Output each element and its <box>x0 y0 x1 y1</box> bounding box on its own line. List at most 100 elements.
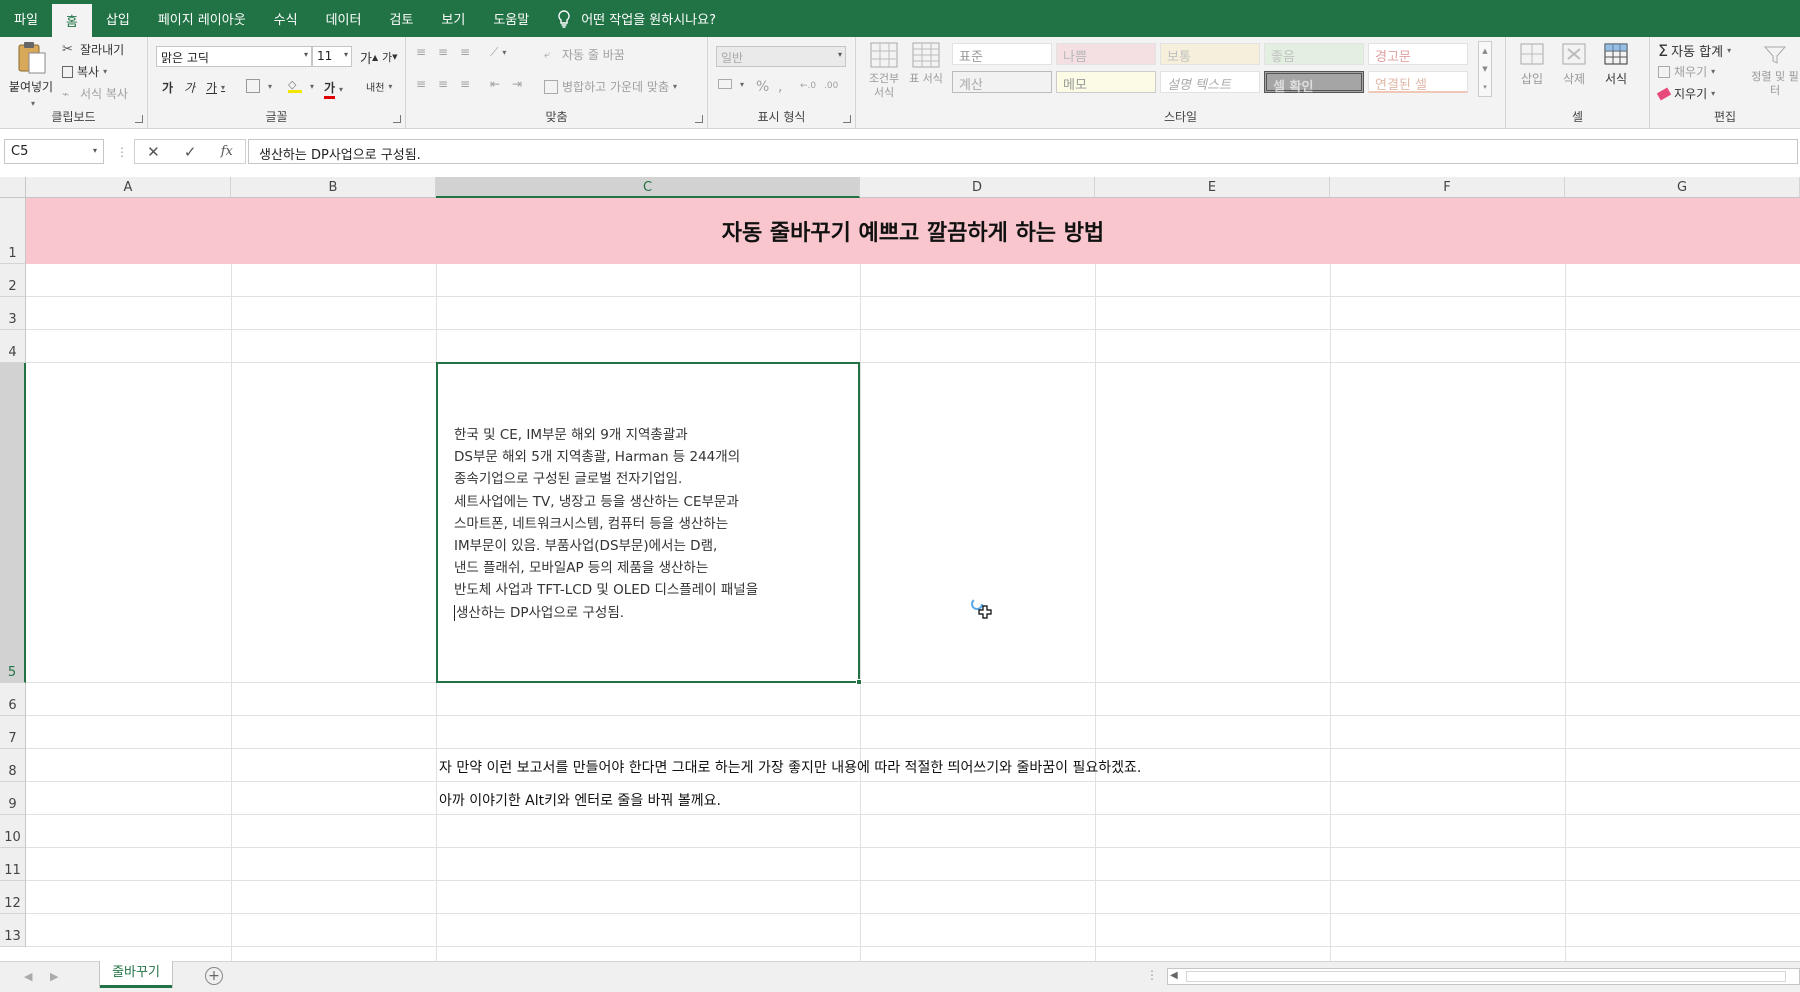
style-explanatory[interactable]: 설명 텍스트 <box>1160 71 1260 93</box>
select-all-corner[interactable] <box>0 177 26 198</box>
column-header-c[interactable]: C <box>436 177 860 198</box>
align-bottom-button[interactable]: ≡ <box>460 45 470 59</box>
tab-insert[interactable]: 삽입 <box>92 0 144 37</box>
orientation-button[interactable]: ⟋ ▾ <box>490 45 506 60</box>
underline-button[interactable]: 가 ▾ <box>206 79 225 96</box>
column-header-f[interactable]: F <box>1330 177 1565 198</box>
style-check-cell[interactable]: 셀 확인 <box>1264 71 1364 95</box>
dialog-launcher-icon[interactable] <box>695 115 703 123</box>
cancel-icon[interactable]: ✕ <box>147 143 160 161</box>
insert-function-icon[interactable]: fx <box>221 144 233 159</box>
scroll-left-icon[interactable]: ◀ <box>1170 970 1178 981</box>
row-header-8[interactable]: 8 <box>0 749 26 782</box>
tab-review[interactable]: 검토 <box>375 0 427 37</box>
decrease-decimal-button[interactable]: .00 <box>824 81 838 91</box>
format-cells-button[interactable]: 서식 <box>1598 41 1634 87</box>
font-name-select[interactable]: 맑은 고딕 ▾ <box>156 46 312 67</box>
italic-button[interactable]: 가 <box>184 79 195 96</box>
grow-font-button[interactable]: 가 ▲ <box>360 48 378 67</box>
number-format-select[interactable]: 일반 ▾ <box>716 46 846 67</box>
paste-button[interactable]: 붙여넣기 ▾ <box>6 41 56 109</box>
align-middle-button[interactable]: ≡ <box>438 45 448 59</box>
tab-file[interactable]: 파일 <box>0 0 52 37</box>
worksheet-grid[interactable]: A B C D E F G 1 2 3 4 5 6 7 8 9 10 11 12… <box>0 177 1800 961</box>
merge-center-button[interactable]: 병합하고 가운데 맞춤 ▾ <box>544 78 677 95</box>
align-center-button[interactable]: ≡ <box>438 77 448 91</box>
tab-formulas[interactable]: 수식 <box>260 0 312 37</box>
fill-color-button[interactable]: ◇ ▾ <box>288 79 314 93</box>
column-header-g[interactable]: G <box>1565 177 1800 198</box>
prev-sheet-icon[interactable]: ◀ <box>24 970 32 983</box>
fill-button[interactable]: 채우기 ▾ <box>1658 63 1715 80</box>
row-header-11[interactable]: 11 <box>0 848 26 881</box>
tell-me-search[interactable]: 어떤 작업을 원하시나요? <box>557 9 716 28</box>
decrease-indent-button[interactable]: ⇤ <box>490 77 500 91</box>
bold-button[interactable]: 가 <box>162 79 173 96</box>
percent-button[interactable]: % <box>756 79 769 95</box>
cell-c9[interactable]: 아까 이야기한 Alt키와 엔터로 줄을 바꿔 볼께요. <box>439 790 721 810</box>
column-header-d[interactable]: D <box>860 177 1095 198</box>
column-header-a[interactable]: A <box>26 177 231 198</box>
font-size-select[interactable]: 11 ▾ <box>312 46 352 67</box>
horizontal-scrollbar[interactable]: ◀ <box>1167 968 1800 985</box>
align-top-button[interactable]: ≡ <box>416 45 426 59</box>
tab-home[interactable]: 홈 <box>51 4 92 37</box>
style-note[interactable]: 메모 <box>1056 71 1156 93</box>
insert-cells-button[interactable]: 삽입 <box>1514 41 1550 87</box>
font-color-button[interactable]: 가 ▾ <box>324 79 343 99</box>
increase-indent-button[interactable]: ⇥ <box>512 77 522 91</box>
column-header-e[interactable]: E <box>1095 177 1330 198</box>
tab-page-layout[interactable]: 페이지 레이아웃 <box>144 0 260 37</box>
tab-view[interactable]: 보기 <box>427 0 479 37</box>
style-warning[interactable]: 경고문 <box>1368 43 1468 65</box>
row-header-9[interactable]: 9 <box>0 782 26 815</box>
row-header-12[interactable]: 12 <box>0 881 26 914</box>
currency-button[interactable]: ▾ <box>718 79 744 89</box>
sheet-tab-active[interactable]: 줄바꾸기 <box>100 961 172 988</box>
style-normal[interactable]: 표준 <box>952 43 1052 65</box>
column-header-b[interactable]: B <box>231 177 436 198</box>
shrink-font-button[interactable]: 가 ▼ <box>382 49 398 65</box>
copy-button[interactable]: 복사 ▾ <box>62 63 107 80</box>
row-header-5[interactable]: 5 <box>0 363 26 683</box>
cell-c8[interactable]: 자 만약 이런 보고서를 만들어야 한다면 그대로 하는게 가장 좋지만 내용에… <box>439 757 1141 777</box>
delete-cells-button[interactable]: 삭제 <box>1556 41 1592 87</box>
sheet-title-cell[interactable]: 자동 줄바꾸기 예쁘고 깔끔하게 하는 방법 <box>26 198 1800 264</box>
next-sheet-icon[interactable]: ▶ <box>50 970 58 983</box>
styles-scrollbar[interactable]: ▲ ▼ ▾ <box>1478 41 1492 97</box>
fill-handle[interactable] <box>856 679 862 685</box>
sort-filter-button[interactable]: 정렬 및 필터 <box>1750 41 1800 98</box>
name-box[interactable]: C5 ▾ <box>4 139 104 164</box>
row-header-7[interactable]: 7 <box>0 716 26 749</box>
row-header-6[interactable]: 6 <box>0 683 26 716</box>
borders-button[interactable]: ▾ <box>246 79 272 93</box>
phonetic-button[interactable]: 내천 ▾ <box>366 79 392 94</box>
dialog-launcher-icon[interactable] <box>135 115 143 123</box>
align-left-button[interactable]: ≡ <box>416 77 426 91</box>
align-right-button[interactable]: ≡ <box>460 77 470 91</box>
format-as-table-button[interactable]: 표 서식 <box>908 41 944 86</box>
conditional-format-button[interactable]: 조건부 서식 <box>864 41 904 100</box>
style-good[interactable]: 좋음 <box>1264 43 1364 65</box>
style-bad[interactable]: 나쁨 <box>1056 43 1156 65</box>
tab-split-handle[interactable]: ⋮ <box>1146 968 1158 982</box>
comma-button[interactable]: , <box>778 79 782 95</box>
clear-button[interactable]: 지우기 ▾ <box>1656 85 1715 102</box>
row-header-4[interactable]: 4 <box>0 330 26 363</box>
tab-help[interactable]: 도움말 <box>479 0 543 37</box>
cut-button[interactable]: ✂ 잘라내기 <box>62 41 124 58</box>
formula-bar-resize-handle[interactable]: ⋮ <box>116 145 128 159</box>
enter-icon[interactable]: ✓ <box>184 143 197 161</box>
format-painter-button[interactable]: ⌁ 서식 복사 <box>62 85 128 102</box>
increase-decimal-button[interactable]: ←.0 <box>800 81 816 91</box>
autosum-button[interactable]: Σ 자동 합계 ▾ <box>1658 41 1731 60</box>
dialog-launcher-icon[interactable] <box>843 115 851 123</box>
formula-input[interactable]: 생산하는 DP사업으로 구성됨. <box>248 139 1798 164</box>
row-header-13[interactable]: 13 <box>0 914 26 947</box>
style-neutral[interactable]: 보통 <box>1160 43 1260 65</box>
style-linked-cell[interactable]: 연결된 셀 <box>1368 71 1468 93</box>
row-header-3[interactable]: 3 <box>0 297 26 330</box>
wrap-text-button[interactable]: ⤶ 자동 줄 바꿈 <box>544 46 625 63</box>
tab-data[interactable]: 데이터 <box>312 0 376 37</box>
row-header-1[interactable]: 1 <box>0 198 26 264</box>
